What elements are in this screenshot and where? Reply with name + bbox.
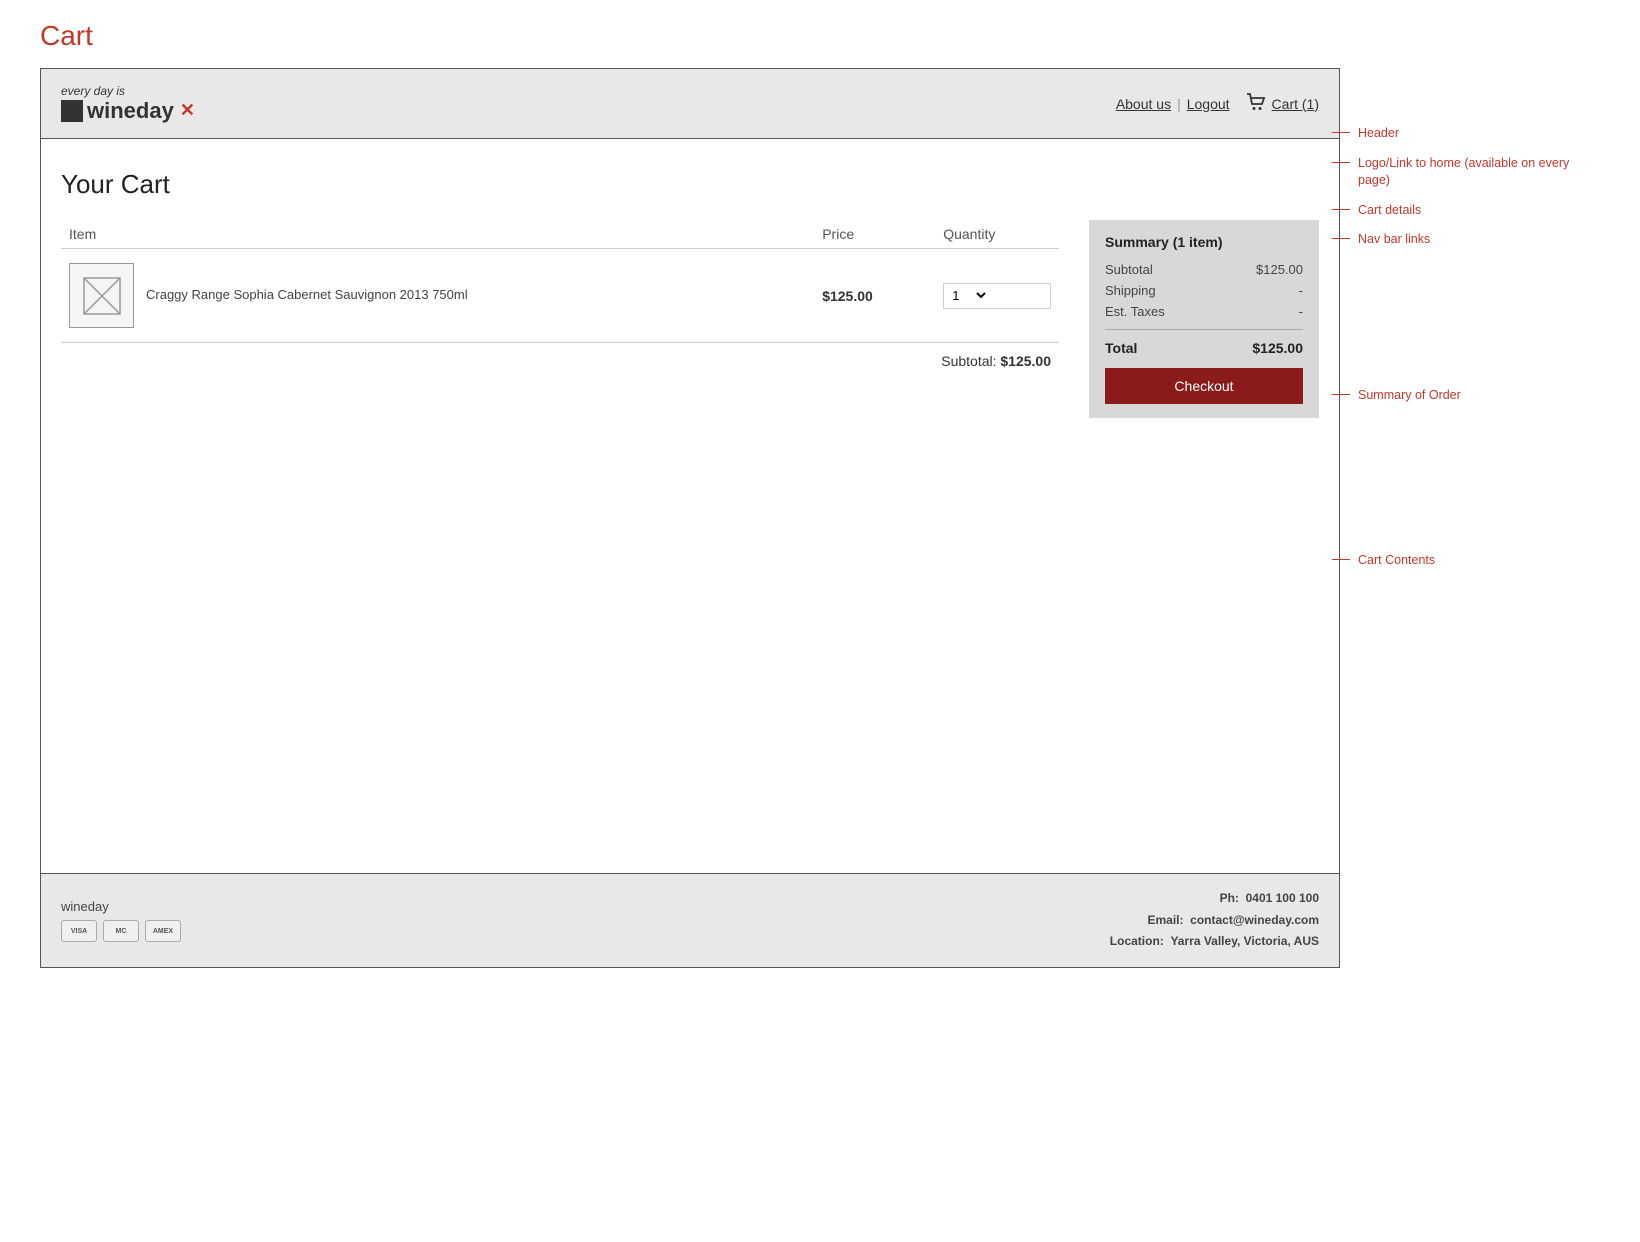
- quantity-select[interactable]: 1 2 3 4 5: [944, 285, 989, 306]
- summary-shipping-row: Shipping -: [1105, 283, 1303, 298]
- quantity-selector[interactable]: 1 2 3 4 5: [943, 283, 1051, 309]
- mastercard-icon: MC: [103, 920, 139, 942]
- footer-right: Ph: 0401 100 100 Email: contact@wineday.…: [1110, 888, 1319, 953]
- annotation-header: Header: [1350, 125, 1600, 143]
- annotation-logo-text: Logo/Link to home (available on every pa…: [1350, 155, 1600, 190]
- annotation-nav-text: Nav bar links: [1350, 231, 1430, 249]
- summary-total-row: Total $125.00: [1105, 340, 1303, 356]
- footer-left: wineday VISA MC AMEX: [61, 899, 181, 942]
- summary-taxes-label: Est. Taxes: [1105, 304, 1165, 319]
- summary-shipping-label: Shipping: [1105, 283, 1156, 298]
- page-title: Cart: [40, 20, 1600, 52]
- annotation-logo: Logo/Link to home (available on every pa…: [1350, 155, 1600, 190]
- product-quantity-cell: 1 2 3 4 5: [935, 249, 1059, 343]
- annotation-cart-contents: Cart Contents: [1350, 552, 1600, 570]
- cart-layout: Item Price Quantity: [61, 220, 1319, 418]
- footer-email: Email: contact@wineday.com: [1110, 910, 1319, 932]
- logo-square-icon: [61, 100, 83, 122]
- logo-x-icon: ✕: [180, 100, 195, 121]
- annotation-nav: Nav bar links: [1350, 231, 1600, 249]
- footer-location: Location: Yarra Valley, Victoria, AUS: [1110, 931, 1319, 953]
- footer-brand: wineday: [61, 899, 181, 914]
- annotations-panel: Header Logo/Link to home (available on e…: [1340, 68, 1600, 578]
- annotation-summary-text: Summary of Order: [1350, 387, 1461, 405]
- subtotal-value: $125.00: [1000, 353, 1051, 369]
- footer-phone: Ph: 0401 100 100: [1110, 888, 1319, 910]
- amex-icon: AMEX: [145, 920, 181, 942]
- logout-link[interactable]: Logout: [1187, 96, 1230, 112]
- footer-email-label: Email:: [1147, 913, 1183, 927]
- product-name: Craggy Range Sophia Cabernet Sauvignon 2…: [146, 286, 468, 304]
- logo-text: wineday: [87, 98, 174, 124]
- cart-items-section: Item Price Quantity: [61, 220, 1059, 383]
- product-info: Craggy Range Sophia Cabernet Sauvignon 2…: [69, 263, 806, 328]
- logo-tagline: every day is: [61, 84, 195, 98]
- cart-table: Item Price Quantity: [61, 220, 1059, 383]
- annotation-header-text: Header: [1350, 125, 1399, 143]
- checkout-button[interactable]: Checkout: [1105, 368, 1303, 404]
- cart-icon: [1246, 93, 1266, 114]
- footer-phone-label: Ph:: [1220, 891, 1239, 905]
- annotation-cart-details-text: Cart details: [1350, 202, 1421, 220]
- summary-divider: [1105, 329, 1303, 330]
- footer-location-label: Location:: [1110, 934, 1164, 948]
- summary-title: Summary (1 item): [1105, 234, 1303, 250]
- logo-brand: wineday ✕: [61, 98, 195, 124]
- annotation-summary: Summary of Order: [1350, 387, 1600, 405]
- your-cart-title: Your Cart: [61, 169, 1319, 200]
- annotation-cart-contents-text: Cart Contents: [1350, 552, 1435, 570]
- content-area: Your Cart Item Price Quantity: [41, 139, 1339, 873]
- subtotal-label: Subtotal:: [941, 353, 996, 369]
- summary-total-value: $125.00: [1252, 340, 1303, 356]
- product-price: $125.00: [822, 288, 873, 304]
- col-header-item: Item: [61, 220, 814, 249]
- subtotal-row: Subtotal: $125.00: [61, 343, 1059, 384]
- product-image: [69, 263, 134, 328]
- payment-icons: VISA MC AMEX: [61, 920, 181, 942]
- summary-taxes-value: -: [1299, 304, 1303, 319]
- footer-phone-value: 0401 100 100: [1246, 891, 1319, 905]
- summary-total-label: Total: [1105, 340, 1137, 356]
- site-footer: wineday VISA MC AMEX Ph: 0401 100 100 Em…: [41, 873, 1339, 967]
- summary-subtotal-row: Subtotal $125.00: [1105, 262, 1303, 277]
- about-us-link[interactable]: About us: [1116, 96, 1171, 112]
- footer-location-value: Yarra Valley, Victoria, AUS: [1170, 934, 1319, 948]
- visa-icon: VISA: [61, 920, 97, 942]
- summary-shipping-value: -: [1299, 283, 1303, 298]
- product-info-cell: Craggy Range Sophia Cabernet Sauvignon 2…: [61, 249, 814, 343]
- site-header: every day is wineday ✕ About us | Logout: [41, 69, 1339, 139]
- summary-taxes-row: Est. Taxes -: [1105, 304, 1303, 319]
- page-wrapper: every day is wineday ✕ About us | Logout: [40, 68, 1600, 968]
- nav-separator: |: [1177, 96, 1181, 112]
- nav-bar: About us | Logout Cart (1): [1116, 93, 1319, 114]
- product-price-cell: $125.00: [814, 249, 935, 343]
- annotation-cart-details: Cart details: [1350, 202, 1600, 220]
- summary-subtotal-label: Subtotal: [1105, 262, 1153, 277]
- col-header-price: Price: [814, 220, 935, 249]
- table-row: Craggy Range Sophia Cabernet Sauvignon 2…: [61, 249, 1059, 343]
- cart-label[interactable]: Cart (1): [1272, 96, 1319, 112]
- summary-subtotal-value: $125.00: [1256, 262, 1303, 277]
- col-header-quantity: Quantity: [935, 220, 1059, 249]
- footer-email-value: contact@wineday.com: [1190, 913, 1319, 927]
- logo-link[interactable]: every day is wineday ✕: [61, 84, 195, 124]
- order-summary: Summary (1 item) Subtotal $125.00 Shippi…: [1089, 220, 1319, 418]
- site-box: every day is wineday ✕ About us | Logout: [40, 68, 1340, 968]
